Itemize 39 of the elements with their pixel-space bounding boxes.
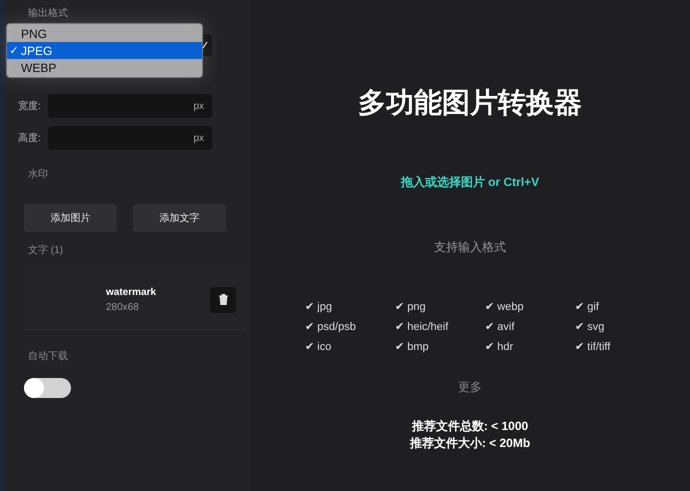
field-label: 宽度:: [18, 100, 42, 113]
trash-icon: [218, 294, 228, 305]
drop-hint-link[interactable]: 拖入或选择图片 or Ctrl+V: [400, 174, 540, 191]
limit-text: 推荐文件大小: < 20Mb: [410, 435, 530, 452]
watermark-label: 水印: [28, 169, 48, 180]
delete-button[interactable]: [210, 286, 236, 312]
format-item: ✔ svg: [575, 320, 606, 333]
check-icon: ✓: [7, 44, 21, 57]
format-item: ✔ heic/heif: [395, 320, 450, 333]
watermark-size: 280x68: [106, 302, 140, 312]
unit-label: px: [193, 132, 204, 144]
size-field[interactable]: px: [48, 126, 212, 150]
format-item: ✔ ico: [305, 340, 332, 353]
format-option[interactable]: PNG: [7, 25, 202, 42]
auto-download-label: 自动下载: [28, 351, 68, 362]
format-item: ✔ psd/psb: [305, 320, 357, 333]
limit-text: 推荐文件总数: < 1000: [412, 418, 528, 435]
formats-title: 支持输入格式: [434, 239, 506, 256]
add-button[interactable]: 添加图片: [24, 204, 117, 232]
app-title: 多功能图片转换器: [358, 86, 582, 120]
watermark-name: watermark: [106, 286, 158, 298]
format-item: ✔ png: [395, 300, 427, 313]
auto-download-toggle[interactable]: [24, 378, 71, 398]
format-option[interactable]: ✓ JPEG: [7, 42, 202, 59]
format-option[interactable]: WEBP: [7, 59, 202, 76]
format-item: ✔ jpg: [305, 300, 333, 313]
unit-label: px: [193, 100, 204, 112]
format-item: ✔ bmp: [395, 340, 430, 353]
format-item: ✔ hdr: [485, 340, 514, 353]
size-field[interactable]: px: [48, 94, 212, 118]
field-label: 高度:: [18, 132, 42, 145]
format-item: ✔ webp: [485, 300, 525, 313]
more-link[interactable]: 更多: [458, 379, 482, 396]
format-item: ✔ gif: [575, 300, 600, 313]
format-item: ✔ avif: [485, 320, 516, 333]
format-item: ✔ tif/tiff: [575, 340, 612, 353]
add-button[interactable]: 添加文字: [133, 204, 226, 232]
output-format-label: 输出格式: [28, 6, 69, 20]
list-label: 文字 (1): [28, 245, 63, 256]
